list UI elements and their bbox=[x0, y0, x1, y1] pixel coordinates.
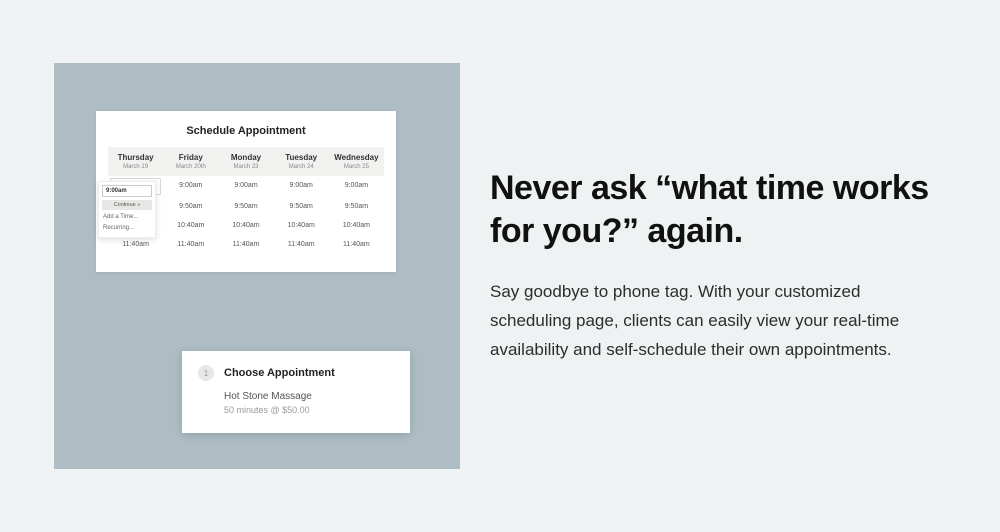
page-root: Schedule Appointment Thursday March 19 F… bbox=[0, 0, 1000, 532]
day-date: March 25 bbox=[331, 164, 382, 170]
step-header: 1 Choose Appointment bbox=[198, 365, 394, 381]
add-time-link[interactable]: Add a Time... bbox=[102, 212, 152, 222]
illustration-frame: Schedule Appointment Thursday March 19 F… bbox=[54, 63, 460, 469]
day-of-week: Wednesday bbox=[331, 153, 382, 162]
time-slot[interactable]: 9:00am bbox=[218, 176, 273, 197]
service-name: Hot Stone Massage bbox=[224, 391, 394, 402]
time-slot[interactable]: 10:40am bbox=[274, 216, 329, 235]
day-of-week: Monday bbox=[220, 153, 271, 162]
step-number-badge: 1 bbox=[198, 365, 214, 381]
time-slot[interactable]: 9:50am bbox=[329, 197, 384, 216]
time-slot[interactable]: 10:40am bbox=[163, 216, 218, 235]
marketing-copy: Never ask “what time works for you?” aga… bbox=[460, 167, 1000, 365]
picker-selected-time: 9:00am bbox=[102, 185, 152, 197]
time-slot[interactable]: 10:40am bbox=[218, 216, 273, 235]
time-slot[interactable]: 9:50am bbox=[218, 197, 273, 216]
day-of-week: Thursday bbox=[110, 153, 161, 162]
time-slot[interactable]: 9:00am bbox=[329, 176, 384, 197]
time-slot[interactable]: 9:00am bbox=[274, 176, 329, 197]
time-slot[interactable]: 11:40am bbox=[163, 235, 218, 254]
body-text: Say goodbye to phone tag. With your cust… bbox=[490, 278, 930, 365]
step-title: Choose Appointment bbox=[224, 367, 335, 379]
continue-button[interactable]: Continue » bbox=[102, 200, 152, 210]
headline: Never ask “what time works for you?” aga… bbox=[490, 167, 940, 252]
day-header[interactable]: Monday March 23 bbox=[218, 147, 273, 176]
time-slot[interactable]: 9:00am bbox=[163, 176, 218, 197]
day-of-week: Friday bbox=[165, 153, 216, 162]
time-slot[interactable]: 9:50am bbox=[163, 197, 218, 216]
appointment-details: Hot Stone Massage 50 minutes @ $50.00 bbox=[198, 391, 394, 415]
time-slot[interactable]: 9:50am bbox=[274, 197, 329, 216]
day-header[interactable]: Tuesday March 24 bbox=[274, 147, 329, 176]
slot-picker: 9:00am Continue » Add a Time... Recurrin… bbox=[98, 181, 156, 238]
choose-appointment-card: 1 Choose Appointment Hot Stone Massage 5… bbox=[182, 351, 410, 433]
schedule-title: Schedule Appointment bbox=[108, 125, 384, 137]
day-header[interactable]: Friday March 20th bbox=[163, 147, 218, 176]
recurring-link[interactable]: Recurring... bbox=[102, 223, 152, 233]
day-date: March 20th bbox=[165, 164, 216, 170]
day-of-week: Tuesday bbox=[276, 153, 327, 162]
day-date: March 19 bbox=[110, 164, 161, 170]
time-slot[interactable]: 11:40am bbox=[274, 235, 329, 254]
day-header[interactable]: Wednesday March 25 bbox=[329, 147, 384, 176]
day-date: March 23 bbox=[220, 164, 271, 170]
day-date: March 24 bbox=[276, 164, 327, 170]
day-header[interactable]: Thursday March 19 bbox=[108, 147, 163, 176]
time-slot[interactable]: 10:40am bbox=[329, 216, 384, 235]
time-slot[interactable]: 11:40am bbox=[218, 235, 273, 254]
time-slot[interactable]: 11:40am bbox=[329, 235, 384, 254]
service-meta: 50 minutes @ $50.00 bbox=[224, 405, 394, 415]
